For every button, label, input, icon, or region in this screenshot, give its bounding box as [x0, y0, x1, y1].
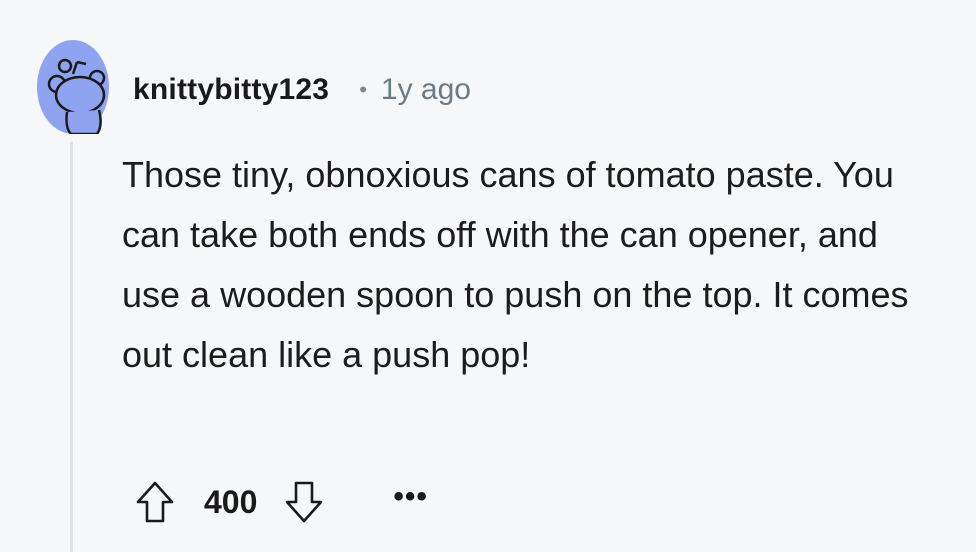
vote-score: 400 [204, 483, 258, 520]
username[interactable]: knittybitty123 [133, 73, 329, 107]
downvote-button[interactable] [281, 478, 327, 526]
separator-dot: • [359, 77, 367, 102]
upvote-arrow-icon [136, 481, 174, 523]
downvote-arrow-icon [286, 481, 323, 523]
thread-line [70, 142, 73, 552]
comment-header: knittybitty123 • 1y ago [133, 68, 471, 112]
comment-actions: 400 ••• [132, 476, 428, 528]
timestamp[interactable]: 1y ago [381, 73, 471, 107]
avatar[interactable] [37, 40, 109, 136]
reddit-snoo-avatar-icon [37, 40, 109, 136]
comment-body: Those tiny, obnoxious cans of tomato pas… [122, 154, 909, 375]
upvote-button[interactable] [132, 478, 178, 526]
more-options-icon[interactable]: ••• [393, 482, 428, 522]
